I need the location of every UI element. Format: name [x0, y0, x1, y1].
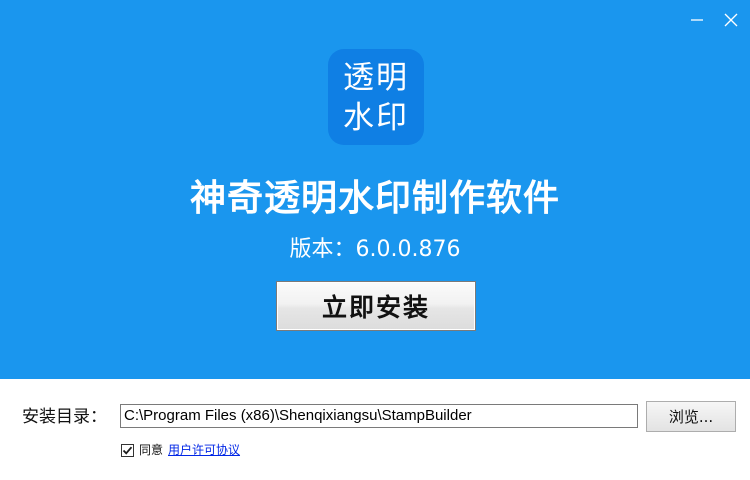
checkmark-icon	[122, 446, 133, 455]
minimize-icon	[691, 19, 703, 21]
app-logo: 透明 水印	[328, 49, 424, 145]
installer-window: 透明 水印 神奇透明水印制作软件 版本：6.0.0.876 立即安装 安装目录：…	[0, 0, 750, 480]
minimize-button[interactable]	[685, 8, 709, 32]
install-dir-label: 安装目录：	[22, 407, 107, 427]
close-icon	[724, 13, 738, 27]
app-logo-line-2: 水印	[343, 100, 409, 136]
install-dir-input[interactable]: C:\Program Files (x86)\Shenqixiangsu\Sta…	[120, 404, 638, 428]
app-logo-line-1: 透明	[343, 60, 409, 96]
license-agreement-link[interactable]: 用户许可协议	[168, 442, 240, 459]
install-now-button[interactable]: 立即安装	[276, 281, 476, 331]
hero-banner: 透明 水印 神奇透明水印制作软件 版本：6.0.0.876 立即安装	[0, 0, 750, 379]
agree-label: 同意	[139, 443, 164, 457]
close-button[interactable]	[719, 8, 743, 32]
product-title: 神奇透明水印制作软件	[189, 178, 560, 219]
agree-checkbox[interactable]	[121, 444, 134, 457]
version-text: 版本：6.0.0.876	[289, 237, 461, 262]
browse-button[interactable]: 浏览...	[646, 401, 736, 432]
